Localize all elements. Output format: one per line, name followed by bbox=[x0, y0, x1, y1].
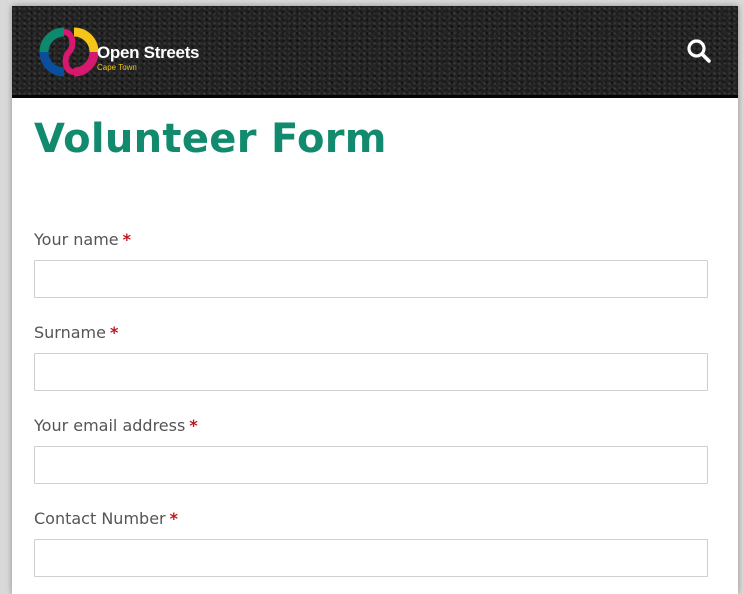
page-title: Volunteer Form bbox=[34, 116, 387, 162]
field-contact-number: Contact Number * bbox=[34, 509, 708, 577]
email-input[interactable] bbox=[34, 446, 708, 484]
site-logo-link[interactable]: Open Streets Cape Town bbox=[39, 20, 209, 80]
required-marker: * bbox=[189, 416, 198, 435]
required-marker: * bbox=[169, 509, 178, 528]
open-streets-logo-icon bbox=[39, 27, 99, 77]
label-text: Contact Number bbox=[34, 509, 166, 528]
your-name-input[interactable] bbox=[34, 260, 708, 298]
surname-input[interactable] bbox=[34, 353, 708, 391]
field-label-email: Your email address * bbox=[34, 416, 708, 438]
search-button[interactable] bbox=[686, 38, 712, 64]
label-text: Your email address bbox=[34, 416, 186, 435]
label-text: Your name bbox=[34, 230, 119, 249]
browser-viewport: Open Streets Cape Town Volunteer Form Yo… bbox=[12, 6, 738, 594]
search-icon bbox=[687, 39, 711, 63]
field-label-surname: Surname * bbox=[34, 323, 708, 345]
site-header: Open Streets Cape Town bbox=[12, 6, 738, 98]
label-text: Surname bbox=[34, 323, 106, 342]
required-marker: * bbox=[109, 323, 119, 342]
field-label-contact-number: Contact Number * bbox=[34, 509, 708, 531]
contact-number-input[interactable] bbox=[34, 539, 708, 577]
field-label-your-name: Your name * bbox=[34, 230, 708, 252]
field-surname: Surname * bbox=[34, 323, 708, 391]
brand-subtitle: Cape Town bbox=[97, 63, 137, 72]
brand-title: Open Streets bbox=[97, 43, 200, 62]
field-email: Your email address * bbox=[34, 416, 708, 484]
field-your-name: Your name * bbox=[34, 230, 708, 298]
required-marker: * bbox=[122, 230, 131, 249]
